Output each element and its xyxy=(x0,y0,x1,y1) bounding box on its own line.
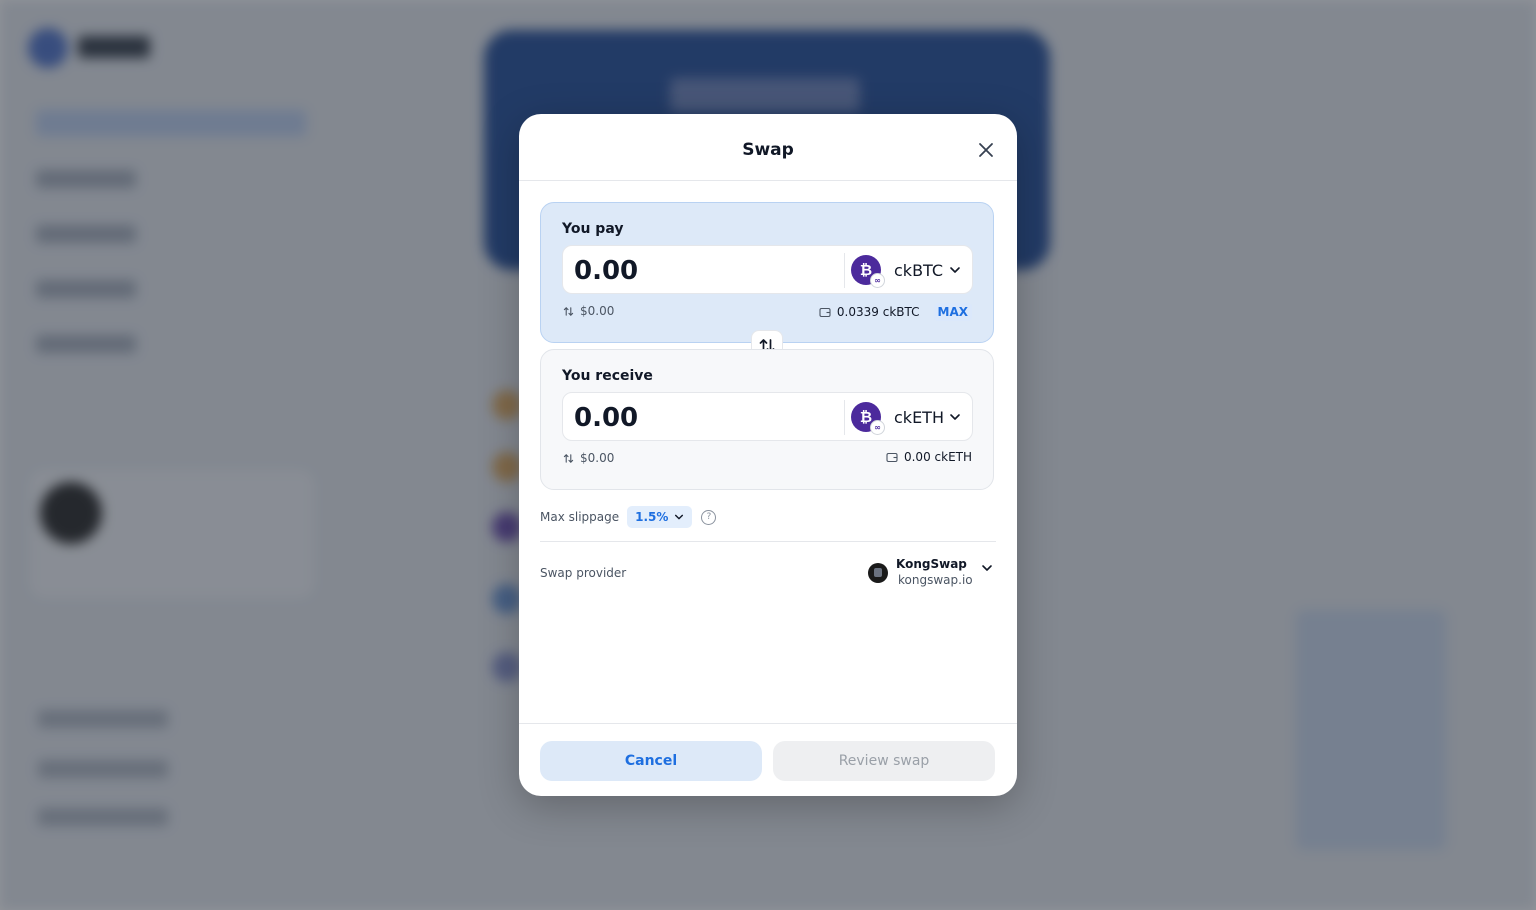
pay-amount-box: 0.00 ₿ ∞ ckBTC xyxy=(562,245,973,294)
swap-vertical-icon xyxy=(563,306,574,316)
receive-amount-input[interactable]: 0.00 xyxy=(574,403,638,433)
wallet-icon xyxy=(819,307,831,317)
link-icon: ∞ xyxy=(870,420,885,435)
modal-header: Swap xyxy=(519,114,1017,181)
bitcoin-icon: ₿ ∞ xyxy=(851,255,885,288)
receive-amount-box: 0.00 ₿ ∞ ckETH xyxy=(562,392,973,441)
provider-label: Swap provider xyxy=(540,566,627,580)
divider xyxy=(844,253,845,288)
bitcoin-icon: ₿ ∞ xyxy=(851,402,885,435)
cancel-button[interactable]: Cancel xyxy=(540,741,762,781)
slippage-row: Max slippage 1.5% ? xyxy=(540,504,994,530)
pay-amount-input[interactable]: 0.00 xyxy=(574,256,638,286)
receive-token-select[interactable]: ₿ ∞ ckETH xyxy=(851,401,969,435)
close-button[interactable] xyxy=(975,139,997,161)
provider-row: Swap provider KongSwap kongswap.io xyxy=(540,554,996,594)
max-button[interactable]: MAX xyxy=(933,303,972,321)
chevron-down-icon xyxy=(950,414,960,420)
pay-token-select[interactable]: ₿ ∞ ckBTC xyxy=(851,254,969,288)
pay-usd-value: $0.00 xyxy=(563,304,614,318)
receive-panel: You receive 0.00 ₿ ∞ ckETH $0.00 0.00 ck… xyxy=(540,349,994,490)
review-swap-button[interactable]: Review swap xyxy=(773,741,995,781)
kongswap-logo-icon xyxy=(868,563,888,583)
pay-balance-text: 0.0339 ckBTC xyxy=(836,305,920,319)
chevron-down-icon xyxy=(950,267,960,273)
slippage-label: Max slippage xyxy=(540,510,620,524)
modal-footer: Cancel Review swap xyxy=(519,723,1017,796)
chevron-down-icon xyxy=(982,565,992,571)
chevron-down-icon xyxy=(675,514,684,520)
slippage-value: 1.5% xyxy=(635,510,669,524)
receive-usd-text: $0.00 xyxy=(580,451,615,465)
wallet-icon xyxy=(886,452,898,462)
provider-url: kongswap.io xyxy=(898,573,973,587)
modal-title: Swap xyxy=(742,140,794,160)
swap-vertical-icon xyxy=(563,453,574,463)
receive-balance-text: 0.00 ckETH xyxy=(903,450,972,464)
receive-balance: 0.00 ckETH xyxy=(886,450,972,464)
link-icon: ∞ xyxy=(870,273,885,288)
pay-usd-text: $0.00 xyxy=(580,304,615,318)
pay-label: You pay xyxy=(562,221,624,237)
receive-label: You receive xyxy=(562,368,653,384)
close-icon xyxy=(979,143,993,157)
provider-name: KongSwap xyxy=(896,557,967,571)
divider xyxy=(844,400,845,435)
swap-modal: Swap You pay 0.00 ₿ ∞ ckBTC $0.00 0.0339… xyxy=(519,114,1017,796)
help-icon[interactable]: ? xyxy=(701,509,717,525)
receive-token-name: ckETH xyxy=(894,407,944,427)
pay-balance: 0.0339 ckBTC MAX xyxy=(819,303,972,321)
pay-token-name: ckBTC xyxy=(894,260,944,280)
divider xyxy=(540,541,996,542)
slippage-select[interactable]: 1.5% xyxy=(627,506,693,528)
provider-select[interactable]: KongSwap kongswap.io xyxy=(866,554,996,594)
receive-usd-value: $0.00 xyxy=(563,451,614,465)
pay-panel: You pay 0.00 ₿ ∞ ckBTC $0.00 0.0339 ckBT… xyxy=(540,202,994,343)
